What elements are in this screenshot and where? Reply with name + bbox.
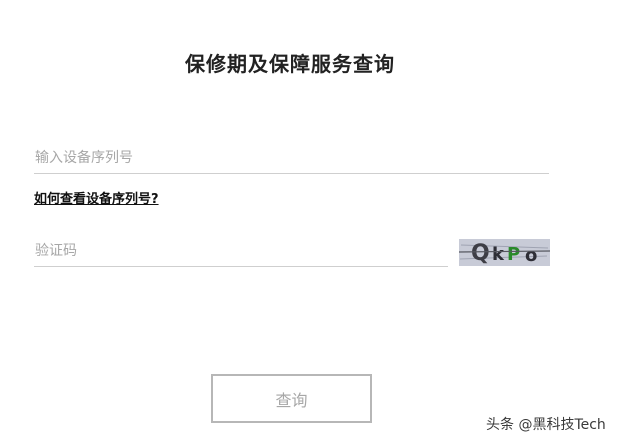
captcha-graphic: Q k P o (459, 239, 550, 266)
captcha-char-1: Q (471, 241, 490, 266)
captcha-input[interactable] (34, 235, 448, 267)
page-title: 保修期及保障服务查询 (185, 52, 395, 76)
serial-number-input[interactable] (34, 142, 549, 174)
captcha-char-4: o (525, 245, 537, 266)
query-button[interactable]: 查询 (211, 374, 372, 423)
watermark-text: 头条 @黑科技Tech (486, 417, 606, 433)
captcha-image[interactable]: Q k P o (459, 239, 550, 266)
captcha-char-3: P (507, 244, 520, 265)
captcha-char-2: k (492, 244, 505, 265)
serial-help-link[interactable]: 如何查看设备序列号? (34, 188, 159, 207)
